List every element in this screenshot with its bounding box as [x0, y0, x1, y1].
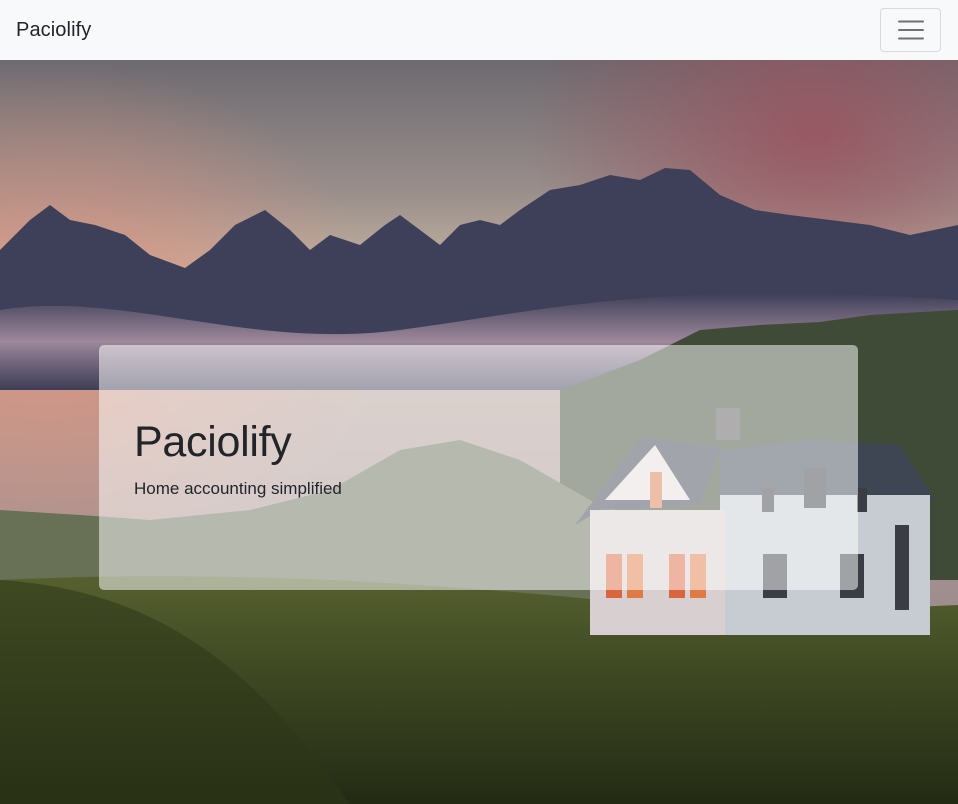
- navbar: Paciolify: [0, 0, 958, 60]
- jumbotron-title: Paciolify: [134, 418, 292, 466]
- jumbotron-lead: Home accounting simplified: [134, 479, 342, 499]
- hamburger-menu-icon: [897, 20, 924, 40]
- hero-section: Paciolify Home accounting simplified: [0, 60, 958, 804]
- jumbotron: Paciolify Home accounting simplified: [99, 345, 858, 590]
- brand-link[interactable]: Paciolify: [16, 19, 91, 42]
- navbar-toggler-button[interactable]: [880, 8, 941, 52]
